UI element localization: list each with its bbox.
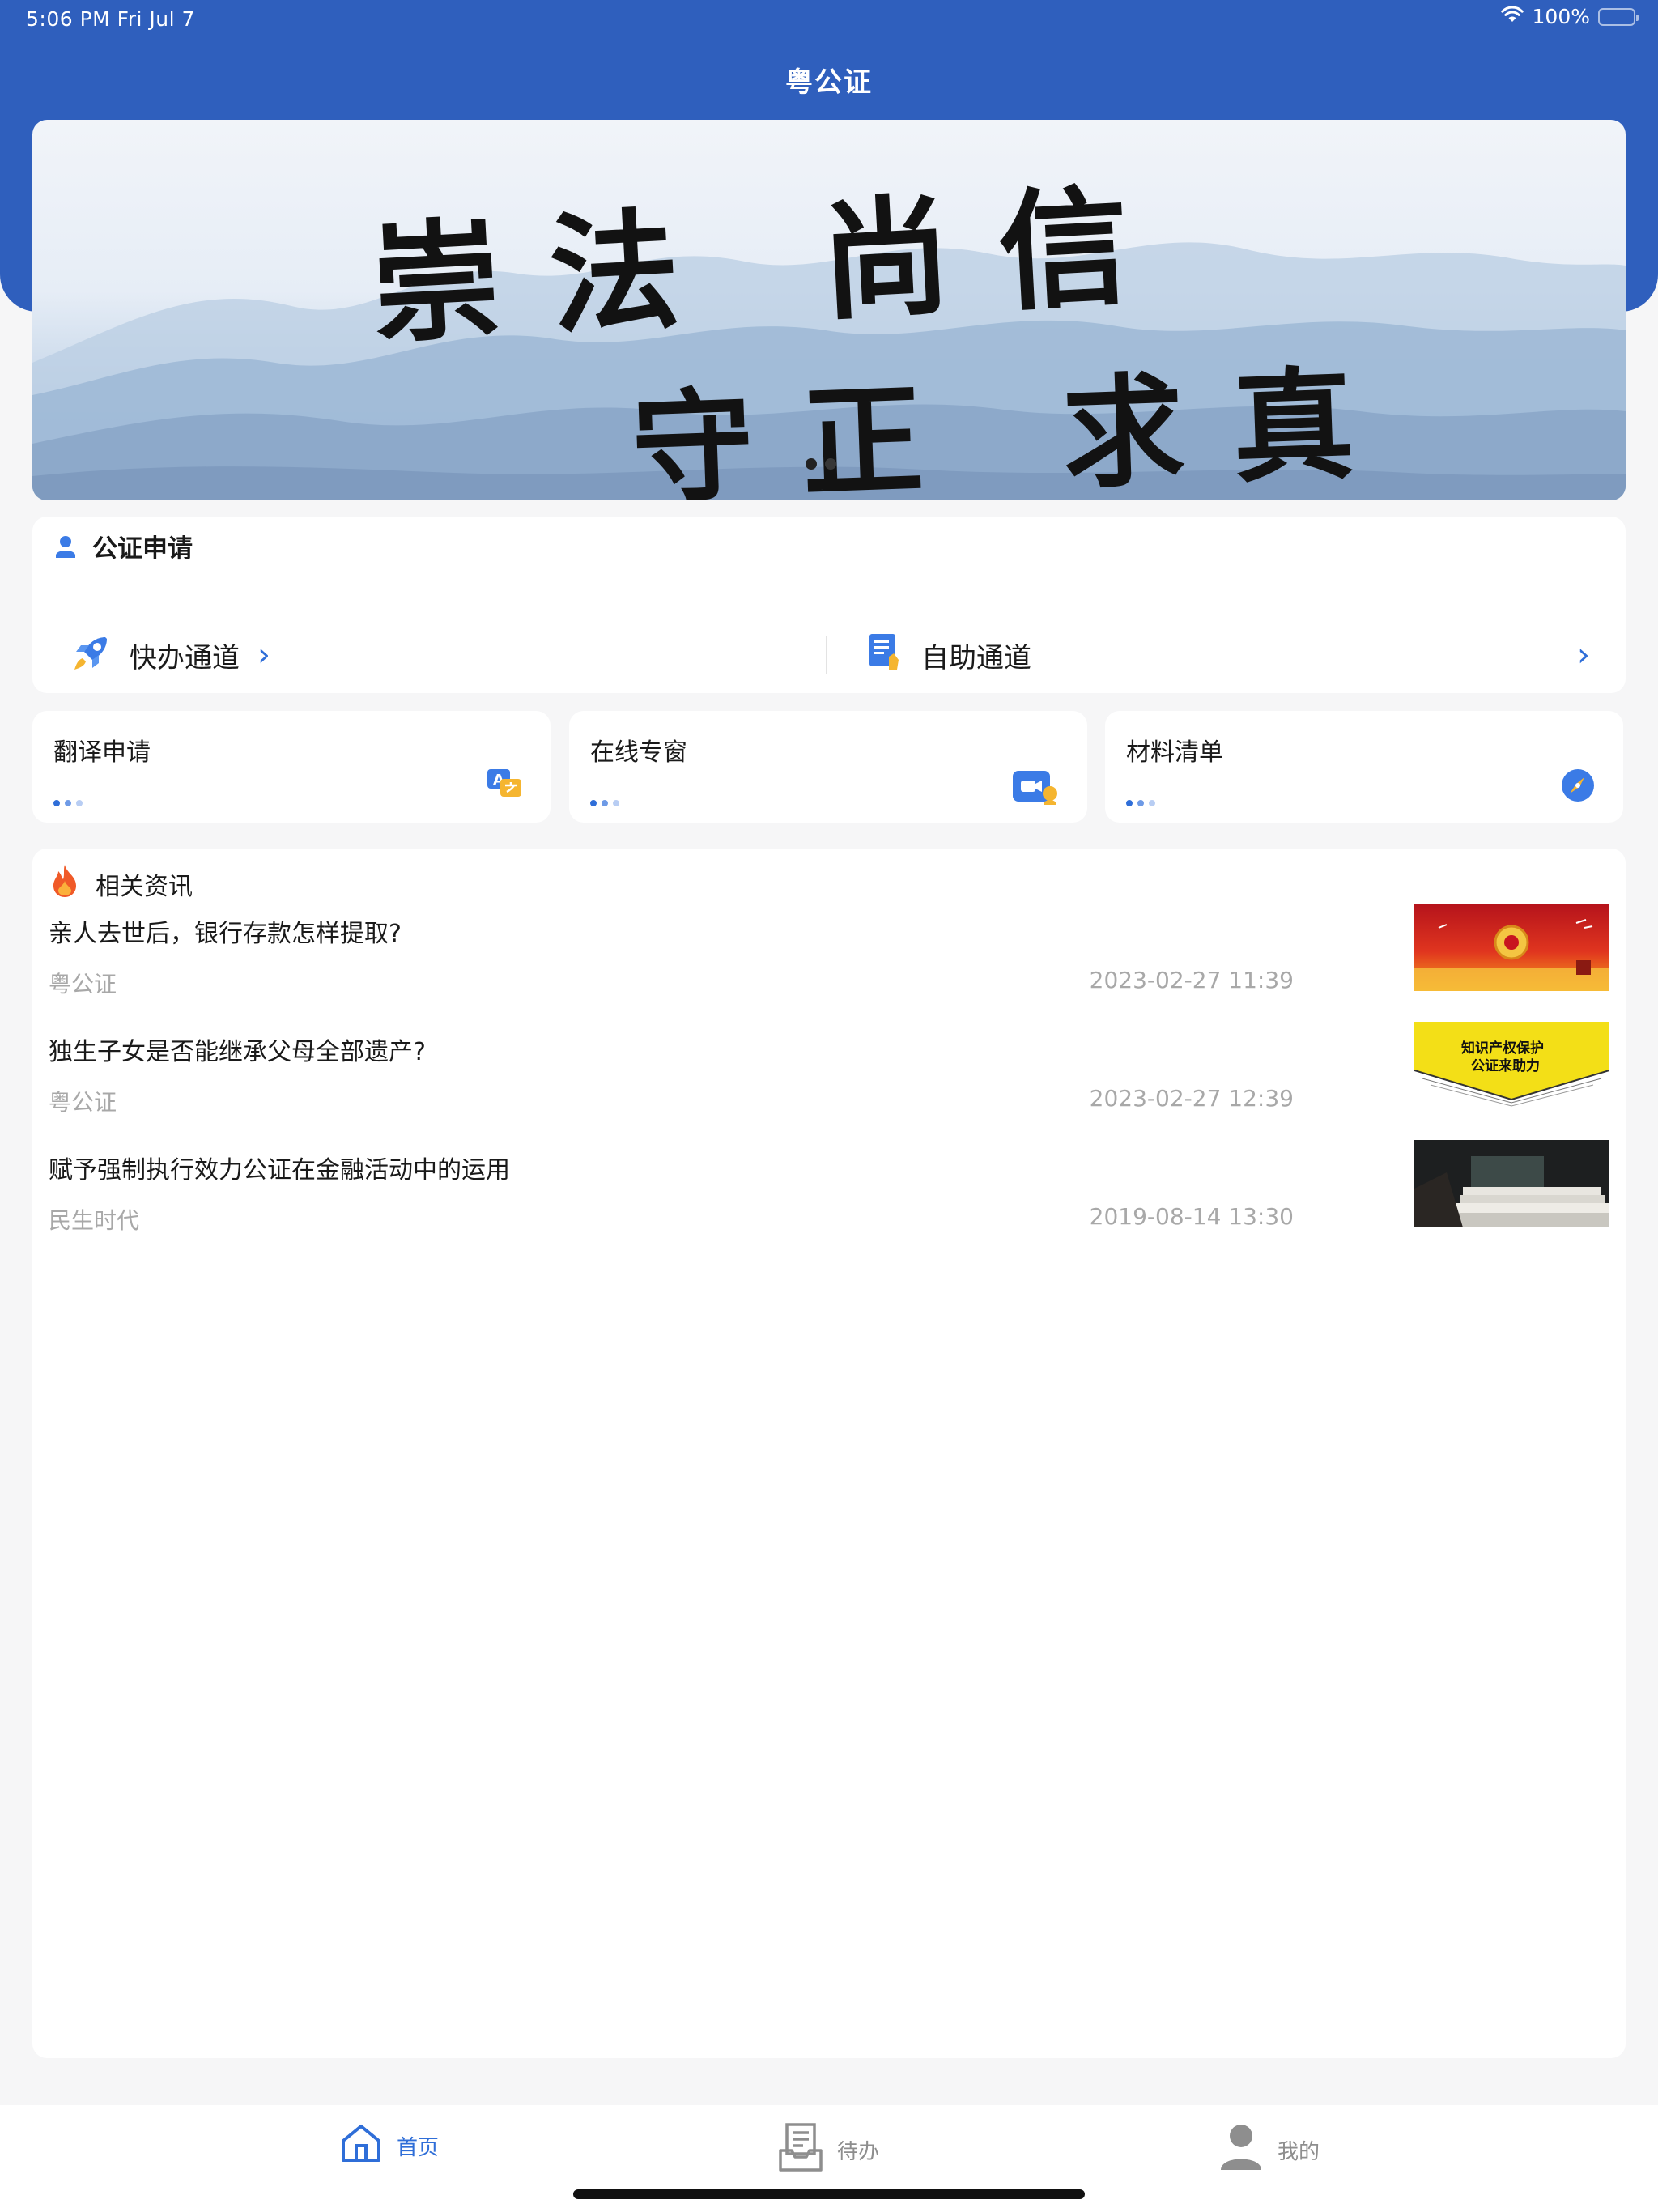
news-thumbnail — [1414, 1140, 1609, 1227]
section-title: 公证申请 — [92, 534, 193, 564]
news-source: 粤公证 — [49, 971, 117, 998]
fire-icon — [49, 863, 81, 905]
service-label: 材料清单 — [1126, 738, 1223, 767]
tab-mine-label: 我的 — [1278, 2140, 1320, 2164]
page-title: 粤公证 — [785, 66, 873, 99]
banner-carousel[interactable]: 崇法 尚信 守正 求真 — [32, 120, 1626, 500]
news-time: 2023-02-27 11:39 — [1089, 967, 1294, 993]
carousel-dot[interactable] — [825, 458, 836, 470]
compass-icon — [1560, 768, 1596, 806]
decorative-dots — [590, 800, 619, 806]
rocket-icon — [70, 632, 112, 678]
chevron-right-icon: › — [257, 636, 270, 674]
decorative-dots — [1126, 800, 1155, 806]
thumbnail-caption: 公证来助力 — [1471, 1058, 1540, 1074]
battery-icon — [1598, 7, 1639, 26]
wifi-icon — [1500, 5, 1524, 28]
news-title: 独生子女是否能继承父母全部遗产? — [49, 1038, 426, 1066]
tab-mine[interactable]: 我的 — [1219, 2123, 1320, 2177]
notary-application-card: 公证申请 快办通道 › 自助通道 › — [32, 517, 1626, 693]
carousel-dot-active[interactable] — [806, 458, 817, 470]
news-thumbnail — [1414, 904, 1609, 991]
tab-todo[interactable]: 待办 — [779, 2123, 879, 2177]
fast-channel-button[interactable]: 快办通道 › — [70, 628, 270, 682]
banner-slogan-line-2: 守正 求真 — [629, 351, 1405, 500]
self-service-channel-label: 自助通道 — [921, 641, 1031, 674]
news-time: 2019-08-14 13:30 — [1089, 1203, 1294, 1230]
news-title: 赋予强制执行效力公证在金融活动中的运用 — [49, 1156, 510, 1185]
tab-home[interactable]: 首页 — [340, 2123, 439, 2169]
status-time: 5:06 PM Fri Jul 7 — [26, 7, 195, 31]
news-source: 民生时代 — [49, 1207, 140, 1234]
section-header-apply: 公证申请 — [53, 528, 193, 564]
person-icon — [53, 534, 78, 559]
carousel-page-indicator[interactable] — [806, 458, 836, 470]
translate-icon: A — [486, 768, 523, 803]
tab-todo-label: 待办 — [837, 2140, 880, 2164]
translation-application-card[interactable]: 翻译申请 A — [32, 711, 551, 823]
decorative-dots — [53, 800, 83, 806]
status-indicators: 100% — [1500, 5, 1639, 28]
document-hand-icon — [866, 632, 903, 678]
tab-home-label: 首页 — [397, 2136, 440, 2160]
chevron-right-icon[interactable]: › — [1577, 636, 1590, 674]
news-thumbnail: 知识产权保护 公证来助力 — [1414, 1022, 1609, 1109]
home-indicator[interactable] — [573, 2189, 1085, 2199]
news-list-item[interactable]: 独生子女是否能继承父母全部遗产? 粤公证 2023-02-27 12:39 知识… — [32, 1022, 1626, 1145]
related-news-card: 相关资讯 亲人去世后，银行存款怎样提取? 粤公证 2023-02-27 11:3… — [32, 849, 1626, 2058]
news-time: 2023-02-27 12:39 — [1089, 1085, 1294, 1112]
fast-channel-label: 快办通道 — [130, 641, 240, 674]
video-call-icon — [1011, 768, 1060, 810]
channel-divider — [826, 636, 827, 674]
materials-list-card[interactable]: 材料清单 — [1105, 711, 1623, 823]
battery-percent: 100% — [1532, 5, 1590, 28]
news-source: 粤公证 — [49, 1089, 117, 1116]
home-icon — [340, 2123, 382, 2169]
user-avatar-icon — [1219, 2123, 1263, 2177]
news-list-item[interactable]: 赋予强制执行效力公证在金融活动中的运用 民生时代 2019-08-14 13:3… — [32, 1140, 1626, 1263]
inbox-document-icon — [779, 2123, 823, 2177]
news-list-item[interactable]: 亲人去世后，银行存款怎样提取? 粤公证 2023-02-27 11:39 — [32, 904, 1626, 1027]
service-label: 翻译申请 — [53, 738, 151, 767]
section-header-news: 相关资讯 — [49, 863, 193, 905]
online-window-card[interactable]: 在线专窗 — [569, 711, 1087, 823]
service-label: 在线专窗 — [590, 738, 687, 767]
news-section-title: 相关资讯 — [96, 873, 193, 901]
self-service-channel-button[interactable]: 自助通道 — [866, 628, 1031, 682]
news-title: 亲人去世后，银行存款怎样提取? — [49, 920, 402, 948]
